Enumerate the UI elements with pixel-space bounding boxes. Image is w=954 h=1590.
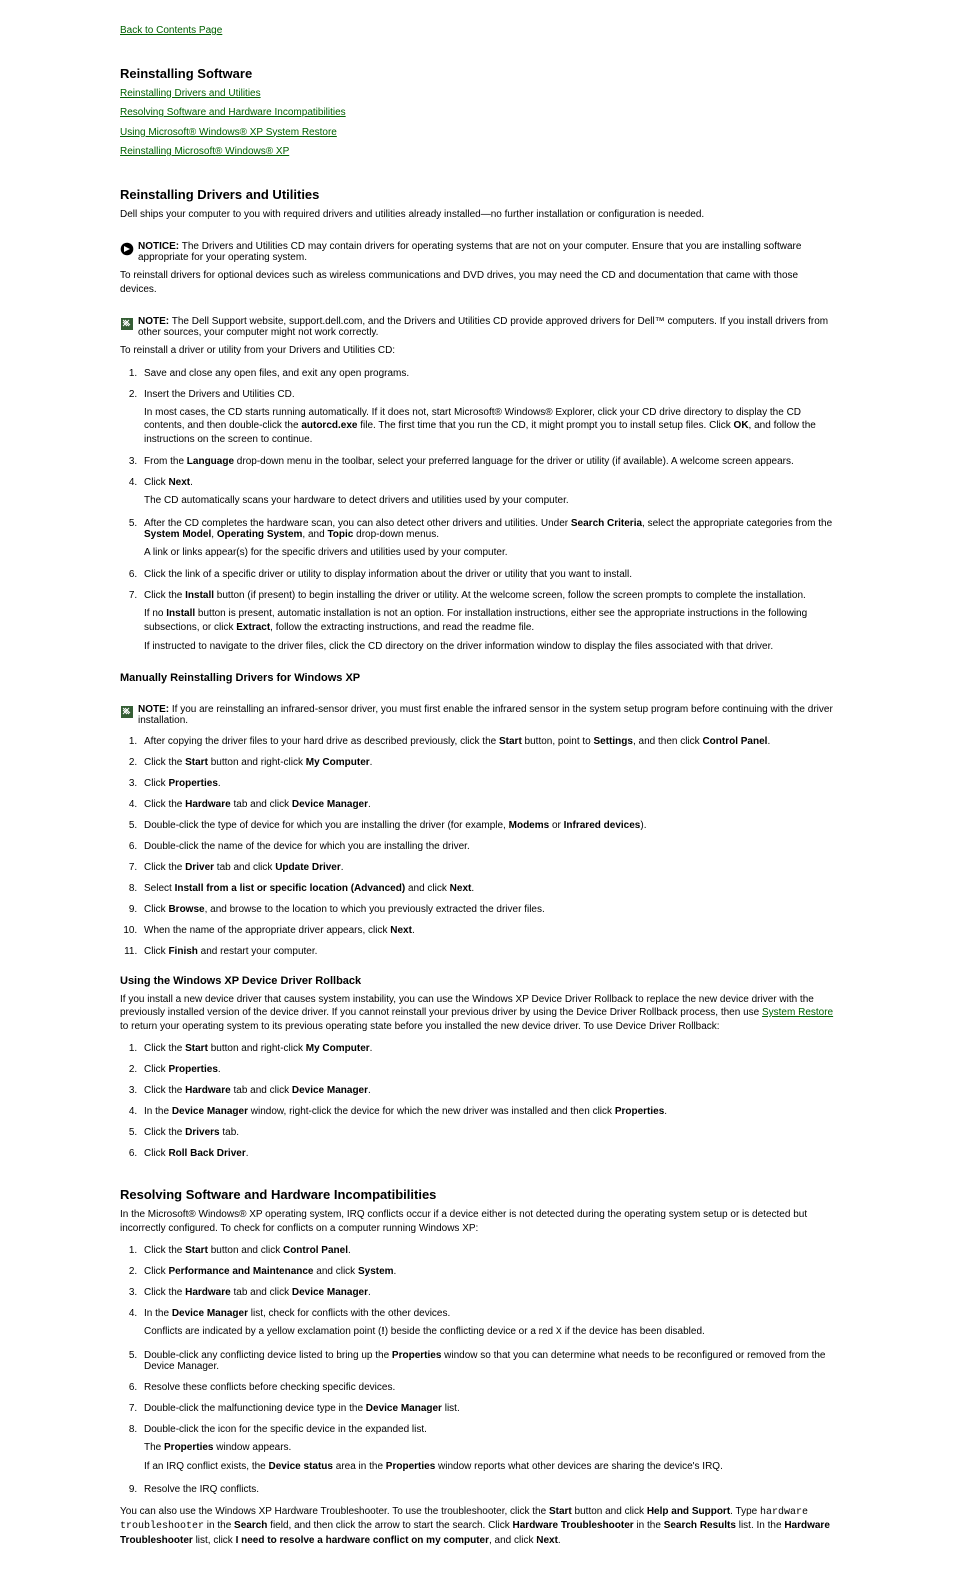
body-text: The CD automatically scans your hardware… — [144, 494, 834, 508]
note-icon — [120, 317, 134, 331]
notice-text: NOTICE: The Drivers and Utilities CD may… — [138, 241, 834, 263]
body-text: Dell ships your computer to you with req… — [120, 208, 834, 222]
list-item: Click the Start button and right-click M… — [140, 757, 834, 768]
notice-block: NOTICE: The Drivers and Utilities CD may… — [120, 241, 834, 263]
ordered-list: Save and close any open files, and exit … — [140, 368, 834, 654]
ordered-list: Click the Start button and right-click M… — [140, 1043, 834, 1159]
notice-icon — [120, 242, 134, 256]
body-text: In most cases, the CD starts running aut… — [144, 406, 834, 447]
body-text: You can also use the Windows XP Hardware… — [120, 1505, 834, 1548]
list-item: Resolve these conflicts before checking … — [140, 1382, 834, 1393]
list-item: After the CD completes the hardware scan… — [140, 518, 834, 560]
list-item: Click Performance and Maintenance and cl… — [140, 1266, 834, 1277]
note-block: NOTE: The Dell Support website, support.… — [120, 316, 834, 338]
list-item: Resolve the IRQ conflicts. — [140, 1484, 834, 1495]
body-text: If no Install button is present, automat… — [144, 607, 834, 634]
body-text: In the Microsoft® Windows® XP operating … — [120, 1208, 834, 1235]
list-item: In the Device Manager list, check for co… — [140, 1308, 834, 1340]
list-item: Click Browse, and browse to the location… — [140, 904, 834, 915]
section-heading: Reinstalling Drivers and Utilities — [120, 187, 834, 202]
back-link[interactable]: Back to Contents Page — [120, 25, 222, 36]
toc-link[interactable]: Reinstalling Drivers and Utilities — [120, 88, 261, 99]
list-item: Save and close any open files, and exit … — [140, 368, 834, 379]
list-item: Click the Start button and click Control… — [140, 1245, 834, 1256]
list-item: Click the Hardware tab and click Device … — [140, 1287, 834, 1298]
list-item: In the Device Manager window, right-clic… — [140, 1106, 834, 1117]
body-text: A link or links appear(s) for the specif… — [144, 546, 834, 560]
document-page: Back to Contents Page Reinstalling Softw… — [0, 0, 954, 1590]
body-text: To reinstall drivers for optional device… — [120, 269, 834, 296]
body-text: If you install a new device driver that … — [120, 993, 834, 1034]
list-item: Click Properties. — [140, 1064, 834, 1075]
note-text: NOTE: The Dell Support website, support.… — [138, 316, 834, 338]
subsection-heading: Manually Reinstalling Drivers for Window… — [120, 672, 834, 684]
list-item: Select Install from a list or specific l… — [140, 883, 834, 894]
note-icon — [120, 705, 134, 719]
list-item: Double-click any conflicting device list… — [140, 1350, 834, 1372]
body-text: To reinstall a driver or utility from yo… — [120, 344, 834, 358]
body-text: The Properties window appears. — [144, 1441, 834, 1455]
list-item: Click the Start button and right-click M… — [140, 1043, 834, 1054]
body-text: If an IRQ conflict exists, the Device st… — [144, 1460, 834, 1474]
list-item: Double-click the name of the device for … — [140, 841, 834, 852]
body-text: If instructed to navigate to the driver … — [144, 640, 834, 654]
list-item: Insert the Drivers and Utilities CD. In … — [140, 389, 834, 447]
list-item: Double-click the type of device for whic… — [140, 820, 834, 831]
page-title: Reinstalling Software — [120, 66, 834, 81]
body-text: Conflicts are indicated by a yellow excl… — [144, 1325, 834, 1340]
section-heading: Resolving Software and Hardware Incompat… — [120, 1187, 834, 1202]
ordered-list: Click the Start button and click Control… — [140, 1245, 834, 1495]
list-item: Click the Hardware tab and click Device … — [140, 1085, 834, 1096]
list-item: Click the Install button (if present) to… — [140, 590, 834, 654]
list-item: After copying the driver files to your h… — [140, 736, 834, 747]
list-item: Click the Driver tab and click Update Dr… — [140, 862, 834, 873]
subsection-heading: Using the Windows XP Device Driver Rollb… — [120, 975, 834, 987]
list-item: Click the Drivers tab. — [140, 1127, 834, 1138]
toc-link[interactable]: Using Microsoft® Windows® XP System Rest… — [120, 127, 337, 138]
toc-link[interactable]: Resolving Software and Hardware Incompat… — [120, 107, 346, 118]
list-item: Click Roll Back Driver. — [140, 1148, 834, 1159]
list-item: When the name of the appropriate driver … — [140, 925, 834, 936]
list-item: Click the link of a specific driver or u… — [140, 569, 834, 580]
toc-link[interactable]: Reinstalling Microsoft® Windows® XP — [120, 146, 289, 157]
list-item: Click Properties. — [140, 778, 834, 789]
note-block: NOTE: If you are reinstalling an infrare… — [120, 704, 834, 726]
inline-link[interactable]: System Restore — [762, 1007, 833, 1018]
list-item: Double-click the icon for the specific d… — [140, 1424, 834, 1474]
list-item: Double-click the malfunctioning device t… — [140, 1403, 834, 1414]
list-item: Click Next. The CD automatically scans y… — [140, 477, 834, 508]
list-item: Click the Hardware tab and click Device … — [140, 799, 834, 810]
ordered-list: After copying the driver files to your h… — [140, 736, 834, 957]
note-text: NOTE: If you are reinstalling an infrare… — [138, 704, 834, 726]
list-item: Click Finish and restart your computer. — [140, 946, 834, 957]
list-item: From the Language drop-down menu in the … — [140, 456, 834, 467]
